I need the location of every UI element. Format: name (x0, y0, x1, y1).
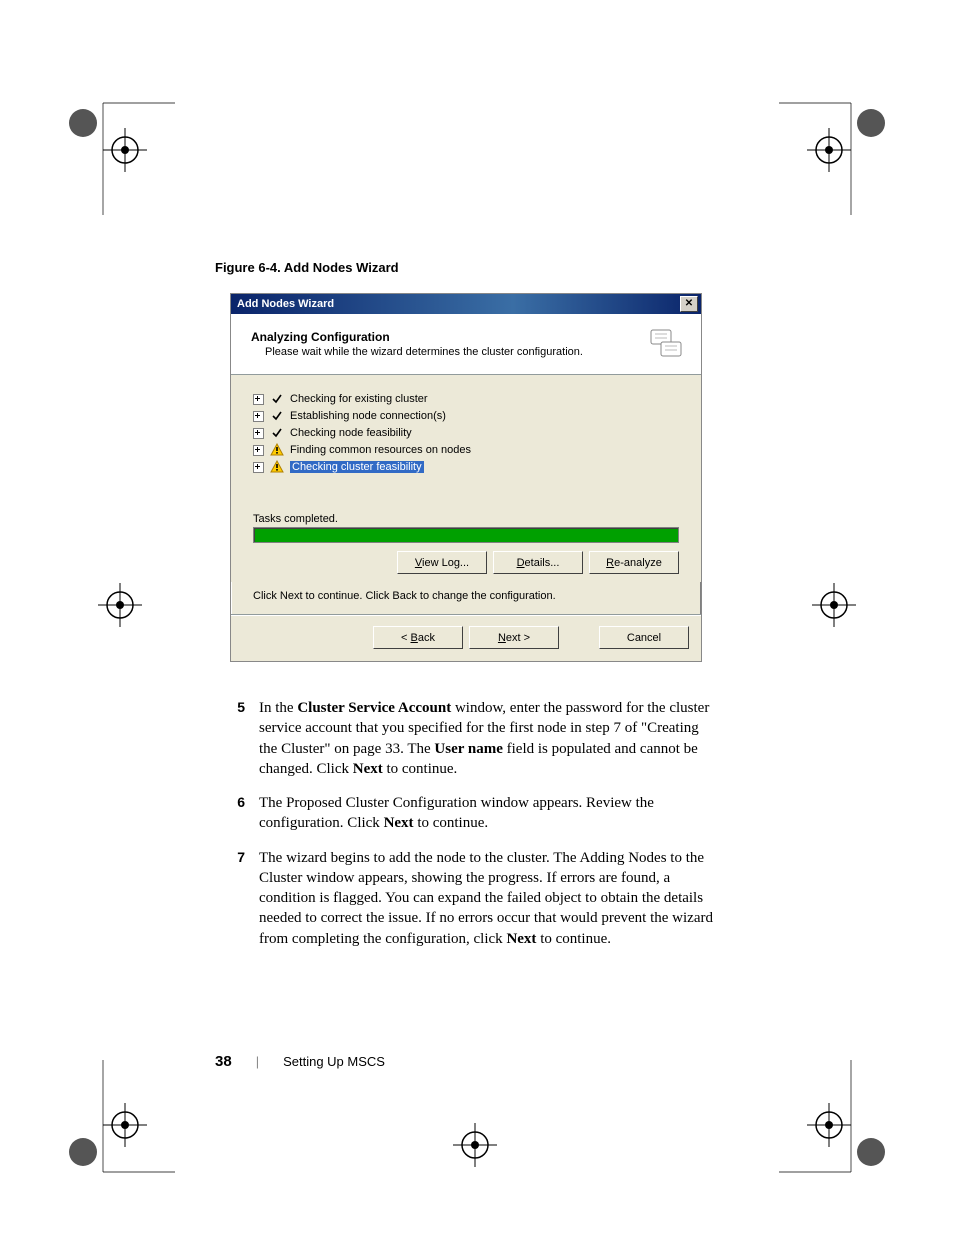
back-button[interactable]: < Back (373, 626, 463, 649)
page-footer: 38 | Setting Up MSCS (215, 1053, 385, 1070)
warning-icon (270, 443, 284, 457)
expander-icon[interactable] (253, 411, 264, 422)
reanalyze-button[interactable]: Re-analyze (589, 551, 679, 574)
wizard-subheading: Please wait while the wizard determines … (265, 346, 639, 358)
wizard-instruction: Click Next to continue. Click Back to ch… (253, 590, 679, 602)
crop-mark-icon (60, 575, 150, 635)
tasks-completed-label: Tasks completed. (253, 513, 679, 525)
view-log-button[interactable]: View Log... (397, 551, 487, 574)
crop-mark-icon (430, 1090, 520, 1180)
step-text: The wizard begins to add the node to the… (259, 848, 720, 949)
task-row[interactable]: Checking for existing cluster (253, 391, 679, 407)
task-tree: Checking for existing cluster Establishin… (253, 391, 679, 475)
task-label: Checking for existing cluster (290, 393, 428, 405)
task-row[interactable]: Checking cluster feasibility (253, 459, 679, 475)
close-icon[interactable]: ✕ (680, 296, 698, 312)
task-label: Finding common resources on nodes (290, 444, 471, 456)
checkmark-icon (270, 392, 284, 406)
checkmark-icon (270, 426, 284, 440)
step-number: 5 (215, 698, 259, 779)
step-5: 5 In the Cluster Service Account window,… (215, 698, 720, 779)
figure-caption: Figure 6-4. Add Nodes Wizard (215, 260, 720, 275)
details-button[interactable]: Details... (493, 551, 583, 574)
wizard-header-icon (647, 324, 687, 364)
page-number: 38 (215, 1053, 232, 1070)
step-number: 6 (215, 793, 259, 834)
expander-icon[interactable] (253, 462, 264, 473)
task-row[interactable]: Establishing node connection(s) (253, 408, 679, 424)
expander-icon[interactable] (253, 445, 264, 456)
crop-mark-icon (55, 1060, 175, 1180)
task-label: Checking node feasibility (290, 427, 412, 439)
crop-mark-icon (779, 1060, 899, 1180)
step-7: 7 The wizard begins to add the node to t… (215, 848, 720, 949)
warning-icon (270, 460, 284, 474)
checkmark-icon (270, 409, 284, 423)
task-label: Checking cluster feasibility (290, 461, 424, 473)
step-6: 6 The Proposed Cluster Configuration win… (215, 793, 720, 834)
progress-bar (253, 527, 679, 543)
next-button[interactable]: Next > (469, 626, 559, 649)
step-text: In the Cluster Service Account window, e… (259, 698, 720, 779)
crop-mark-icon (779, 95, 899, 215)
dialog-title: Add Nodes Wizard (234, 298, 680, 310)
task-label: Establishing node connection(s) (290, 410, 446, 422)
crop-mark-icon (55, 95, 175, 215)
step-number: 7 (215, 848, 259, 949)
task-row[interactable]: Checking node feasibility (253, 425, 679, 441)
section-title: Setting Up MSCS (283, 1054, 385, 1069)
wizard-heading: Analyzing Configuration (251, 330, 639, 344)
expander-icon[interactable] (253, 428, 264, 439)
step-text: The Proposed Cluster Configuration windo… (259, 793, 720, 834)
wizard-dialog: Add Nodes Wizard ✕ Analyzing Configurati… (230, 293, 702, 662)
cancel-button[interactable]: Cancel (599, 626, 689, 649)
expander-icon[interactable] (253, 394, 264, 405)
crop-mark-icon (804, 575, 894, 635)
task-row[interactable]: Finding common resources on nodes (253, 442, 679, 458)
